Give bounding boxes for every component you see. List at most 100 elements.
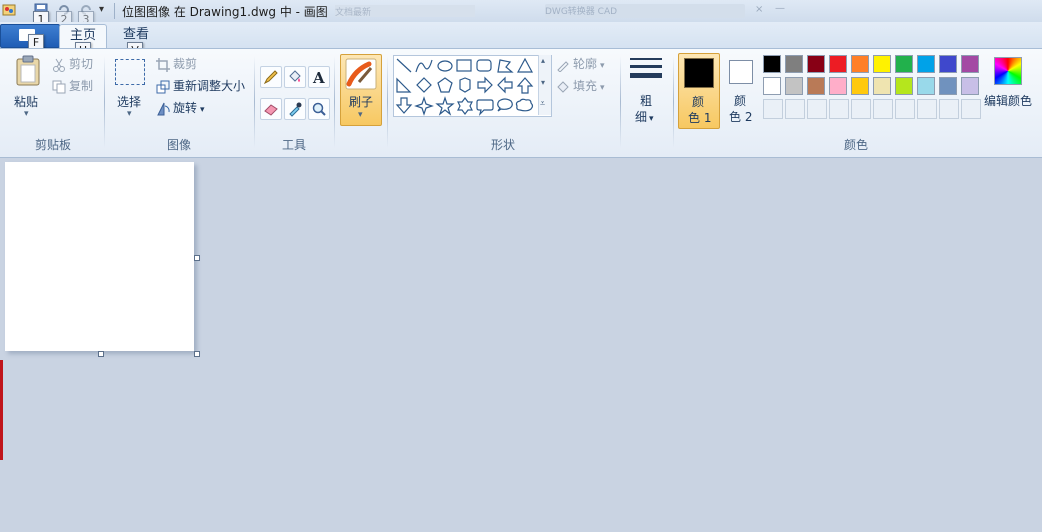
shape-right-triangle-icon xyxy=(396,77,412,93)
resize-handle-corner[interactable] xyxy=(194,351,200,357)
shape-five-point-star-icon xyxy=(435,96,455,116)
palette-swatch[interactable] xyxy=(873,77,891,95)
custom-color-slot[interactable] xyxy=(807,99,827,119)
rotate-dropdown-icon[interactable]: ▾ xyxy=(200,105,205,115)
color1-label-line1: 颜 xyxy=(692,95,705,109)
palette-swatch[interactable] xyxy=(785,55,803,73)
palette-swatch[interactable] xyxy=(917,77,935,95)
crop-label: 裁剪 xyxy=(173,57,198,71)
custom-color-slot[interactable] xyxy=(961,99,981,119)
paste-button[interactable]: 粘贴 ▾ xyxy=(8,55,48,125)
fill-button[interactable]: 填充 ▾ xyxy=(556,76,605,96)
customize-qat-chevron-icon[interactable]: ▾ xyxy=(99,4,104,15)
cut-button[interactable]: 剪切 xyxy=(52,54,93,74)
custom-color-slot[interactable] xyxy=(917,99,937,119)
shape-hexagon-icon xyxy=(459,77,471,93)
magnifier-icon xyxy=(312,102,326,116)
palette-swatch[interactable] xyxy=(829,77,847,95)
scroll-up-icon[interactable]: ▴ xyxy=(541,56,545,65)
color2-button[interactable]: 颜 色 2 xyxy=(722,53,760,127)
scroll-down-icon[interactable]: ▾ xyxy=(541,78,545,87)
palette-swatch[interactable] xyxy=(829,55,847,73)
shape-polygon-icon xyxy=(497,59,514,73)
palette-swatch[interactable] xyxy=(917,55,935,73)
size-button[interactable]: 粗 细 ▾ xyxy=(626,54,666,126)
pencil-tool[interactable] xyxy=(260,66,282,88)
rotate-icon xyxy=(157,102,170,115)
size-label-line2: 细 ▾ xyxy=(635,110,654,124)
custom-color-slot[interactable] xyxy=(763,99,783,119)
custom-color-slot[interactable] xyxy=(939,99,959,119)
palette-swatch[interactable] xyxy=(961,55,979,73)
fill-bucket-small-icon xyxy=(557,80,569,93)
custom-color-slot[interactable] xyxy=(895,99,915,119)
copy-button[interactable]: 复制 xyxy=(52,76,93,96)
svg-text:A: A xyxy=(312,69,325,85)
palette-swatch[interactable] xyxy=(807,77,825,95)
palette-swatch[interactable] xyxy=(851,55,869,73)
group-separator xyxy=(334,56,335,148)
edit-colors-label: 编辑颜色 xyxy=(984,94,1033,108)
edit-colors-button[interactable]: 编辑颜色 xyxy=(984,55,1036,125)
palette-swatch[interactable] xyxy=(873,55,891,73)
shape-four-point-star-icon xyxy=(414,96,434,116)
selection-icon xyxy=(115,59,145,85)
shapes-expand-icon[interactable]: ⩡ xyxy=(540,99,545,109)
palette-swatch[interactable] xyxy=(807,55,825,73)
rotate-button[interactable]: 旋转 ▾ xyxy=(156,98,205,118)
color1-button[interactable]: 颜 色 1 xyxy=(678,53,720,129)
outline-button[interactable]: 轮廓 ▾ xyxy=(556,54,605,74)
group-separator xyxy=(673,56,674,148)
fill-tool[interactable] xyxy=(284,66,306,88)
palette-swatch[interactable] xyxy=(785,77,803,95)
resize-button[interactable]: 重新调整大小 xyxy=(156,76,245,96)
resize-handle-bottom[interactable] xyxy=(98,351,104,357)
palette-swatch[interactable] xyxy=(763,77,781,95)
custom-color-slot[interactable] xyxy=(829,99,849,119)
shape-cloud-callout-icon xyxy=(515,98,534,112)
drawing-canvas[interactable] xyxy=(5,162,194,351)
palette-swatch[interactable] xyxy=(939,77,957,95)
custom-color-slot[interactable] xyxy=(785,99,805,119)
crop-icon xyxy=(156,57,170,72)
palette-swatch[interactable] xyxy=(851,77,869,95)
select-button[interactable]: 选择 ▾ xyxy=(112,56,148,126)
magnifier-tool[interactable] xyxy=(308,98,330,120)
text-tool[interactable]: A xyxy=(308,66,330,88)
eraser-tool[interactable] xyxy=(260,98,282,120)
custom-color-slot[interactable] xyxy=(851,99,871,119)
palette-swatch[interactable] xyxy=(939,55,957,73)
rotate-label: 旋转 xyxy=(173,101,198,115)
brushes-button[interactable]: 刷子 ▾ xyxy=(340,54,382,126)
crop-button[interactable]: 裁剪 xyxy=(156,54,197,74)
shapes-gallery xyxy=(393,55,552,117)
resize-label: 重新调整大小 xyxy=(173,79,246,93)
color2-swatch xyxy=(729,60,753,84)
shapes-grid xyxy=(395,57,534,116)
palette-swatch[interactable] xyxy=(895,77,913,95)
title-bar: ▾ 位图图像 在 Drawing1.dwg 中 - 画图 文档最新 DWG转换器… xyxy=(0,0,1042,23)
palette-swatch[interactable] xyxy=(895,55,913,73)
paint-app-icon[interactable] xyxy=(2,3,16,17)
group-label-colors: 颜色 xyxy=(843,138,868,152)
shape-rounded-rectangle-icon xyxy=(476,59,492,72)
outline-label: 轮廓 xyxy=(573,57,598,71)
group-label-image: 图像 xyxy=(166,138,191,152)
shape-up-arrow-icon xyxy=(516,77,534,94)
palette-swatch[interactable] xyxy=(961,77,979,95)
resize-handle-right[interactable] xyxy=(194,255,200,261)
pencil-icon xyxy=(263,70,278,85)
resize-icon xyxy=(156,80,170,93)
paste-label: 粘贴 xyxy=(14,95,39,109)
color-palette xyxy=(763,55,983,119)
shape-rectangle-icon xyxy=(456,59,472,72)
paste-dropdown-icon[interactable]: ▾ xyxy=(24,109,29,119)
custom-color-slot[interactable] xyxy=(873,99,893,119)
select-dropdown-icon[interactable]: ▾ xyxy=(127,109,132,119)
palette-swatch[interactable] xyxy=(763,55,781,73)
shapes-scrollbar[interactable]: ▴ ▾ ⩡ xyxy=(538,55,551,115)
clipboard-icon xyxy=(16,55,40,86)
color-picker-tool[interactable] xyxy=(284,98,306,120)
background-min-icon: — xyxy=(775,3,785,14)
edge-marker xyxy=(0,360,3,460)
